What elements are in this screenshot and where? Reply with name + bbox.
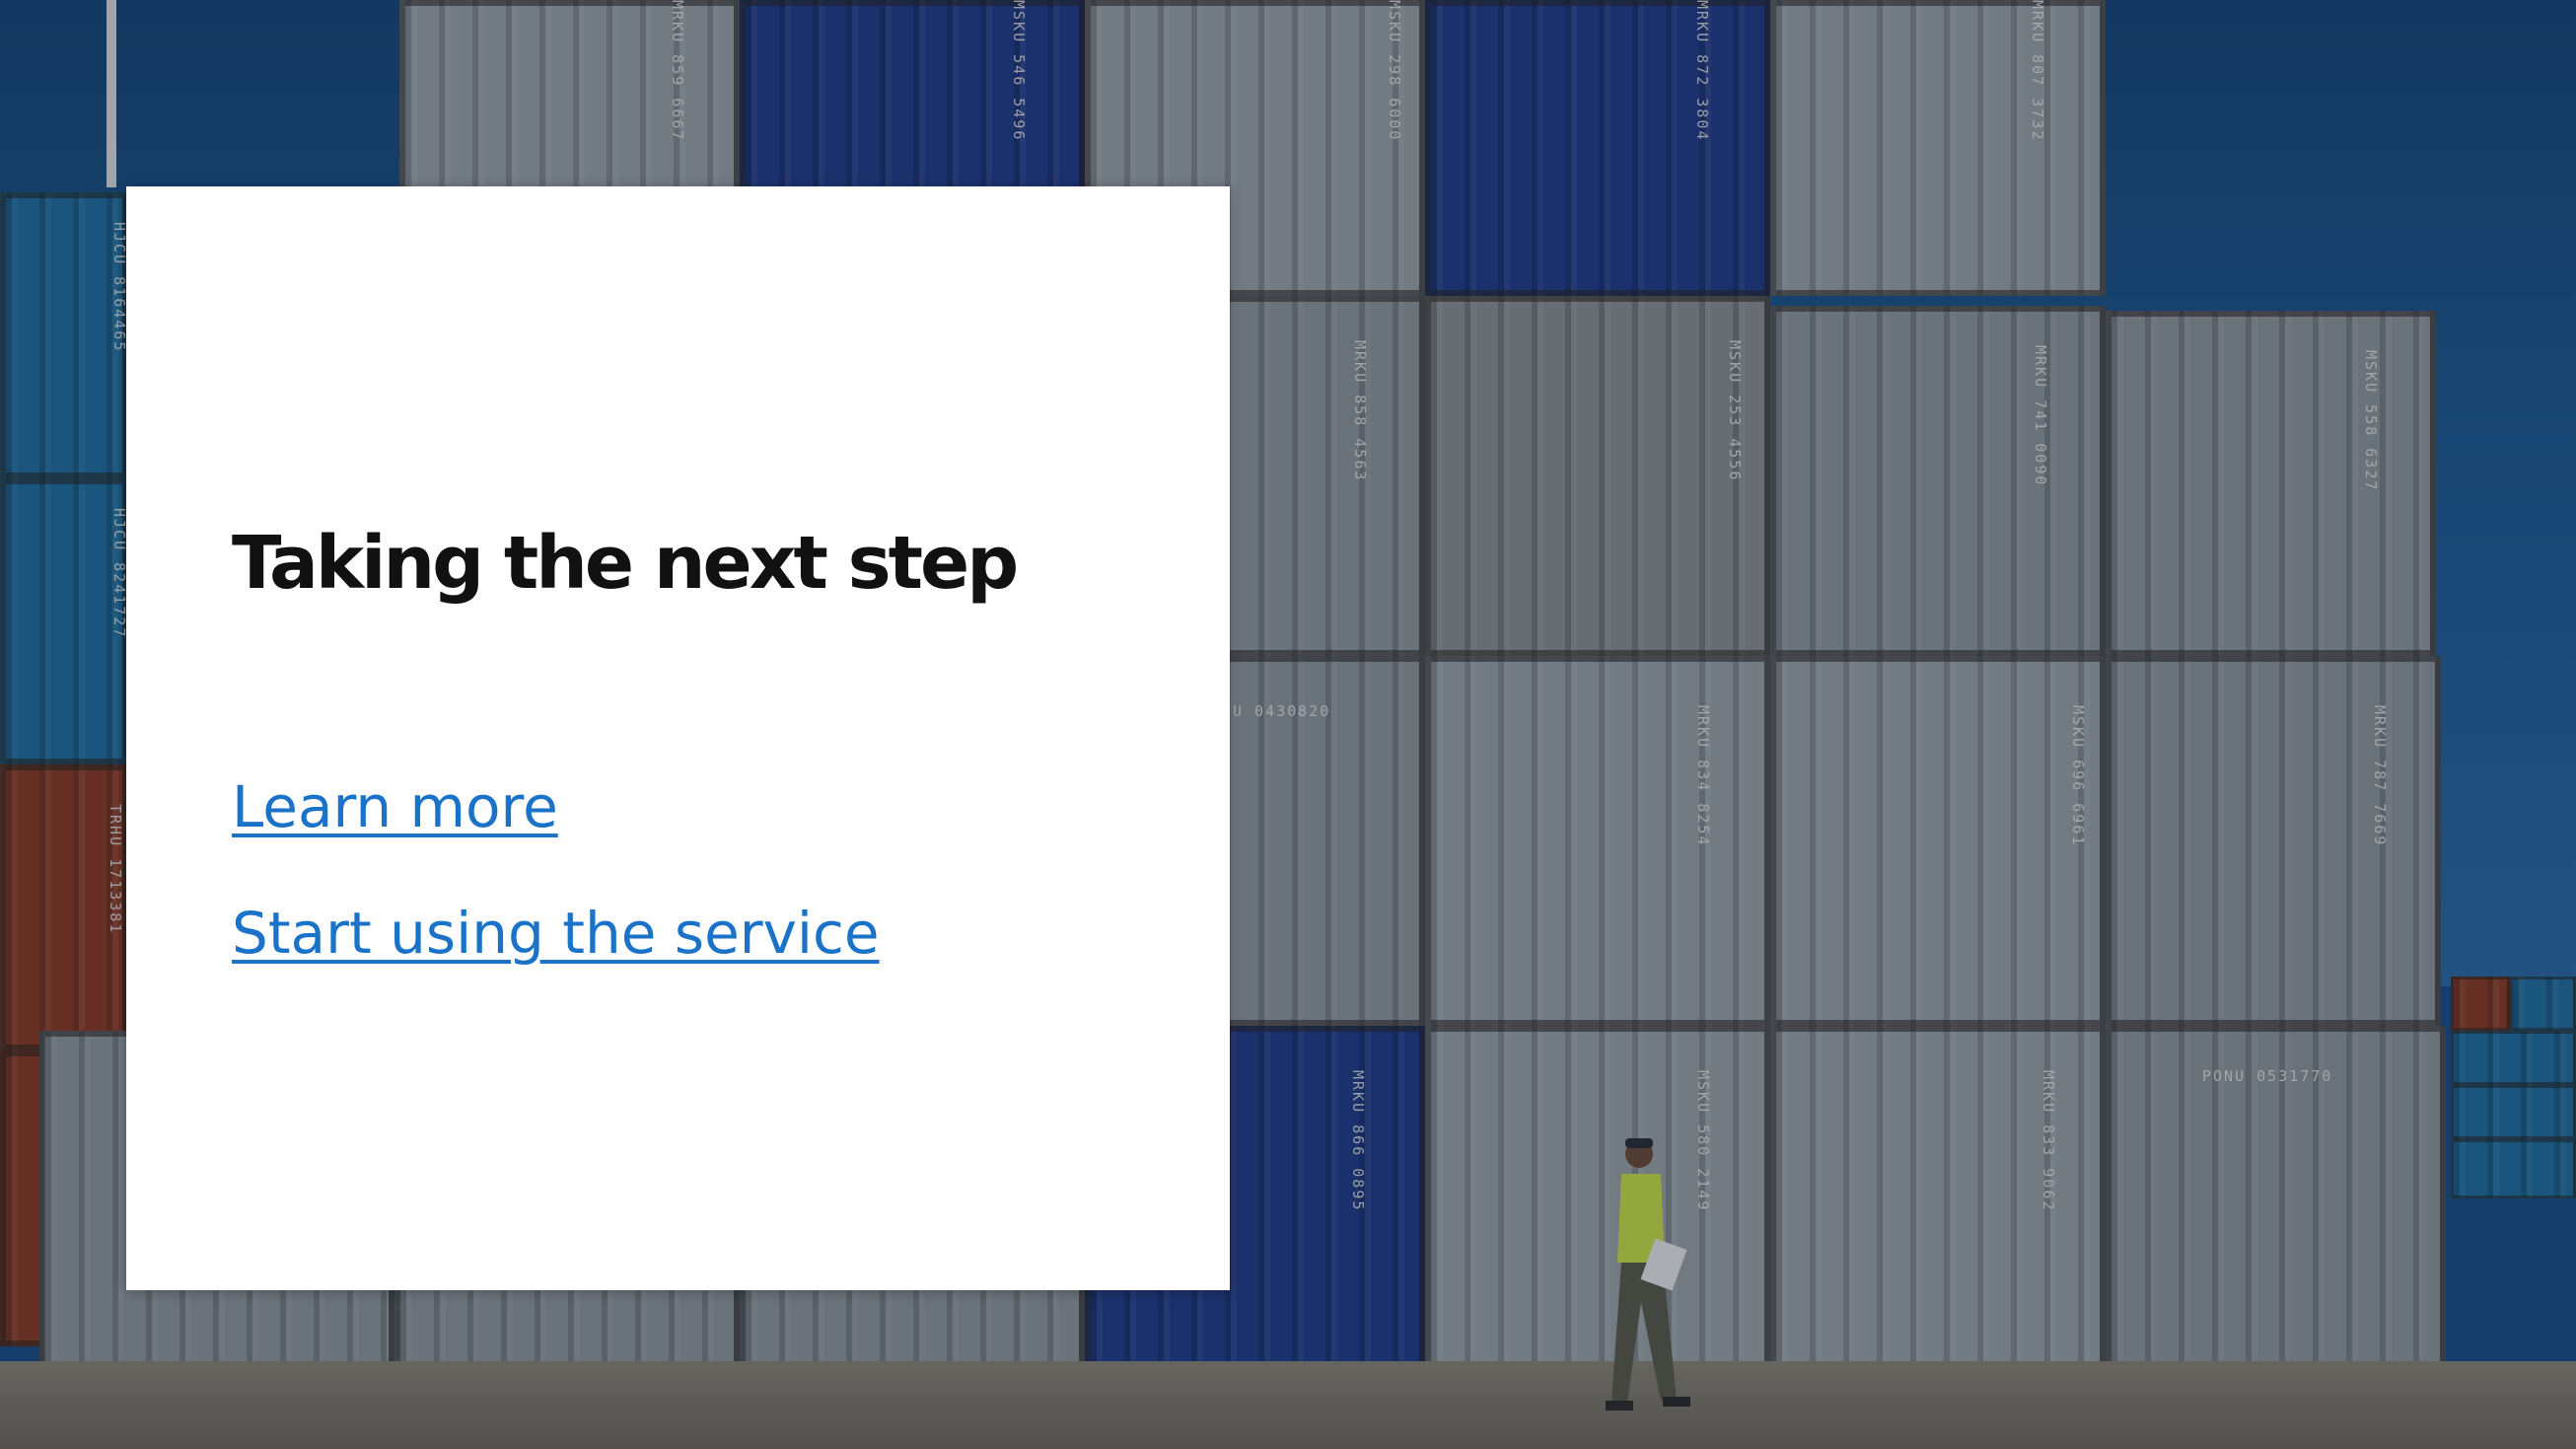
learn-more-link[interactable]: Learn more <box>232 778 558 835</box>
content-card: Taking the next step Learn more Start us… <box>126 186 1230 1290</box>
slide-title: Taking the next step <box>232 521 1019 606</box>
start-using-service-link[interactable]: Start using the service <box>232 905 880 962</box>
